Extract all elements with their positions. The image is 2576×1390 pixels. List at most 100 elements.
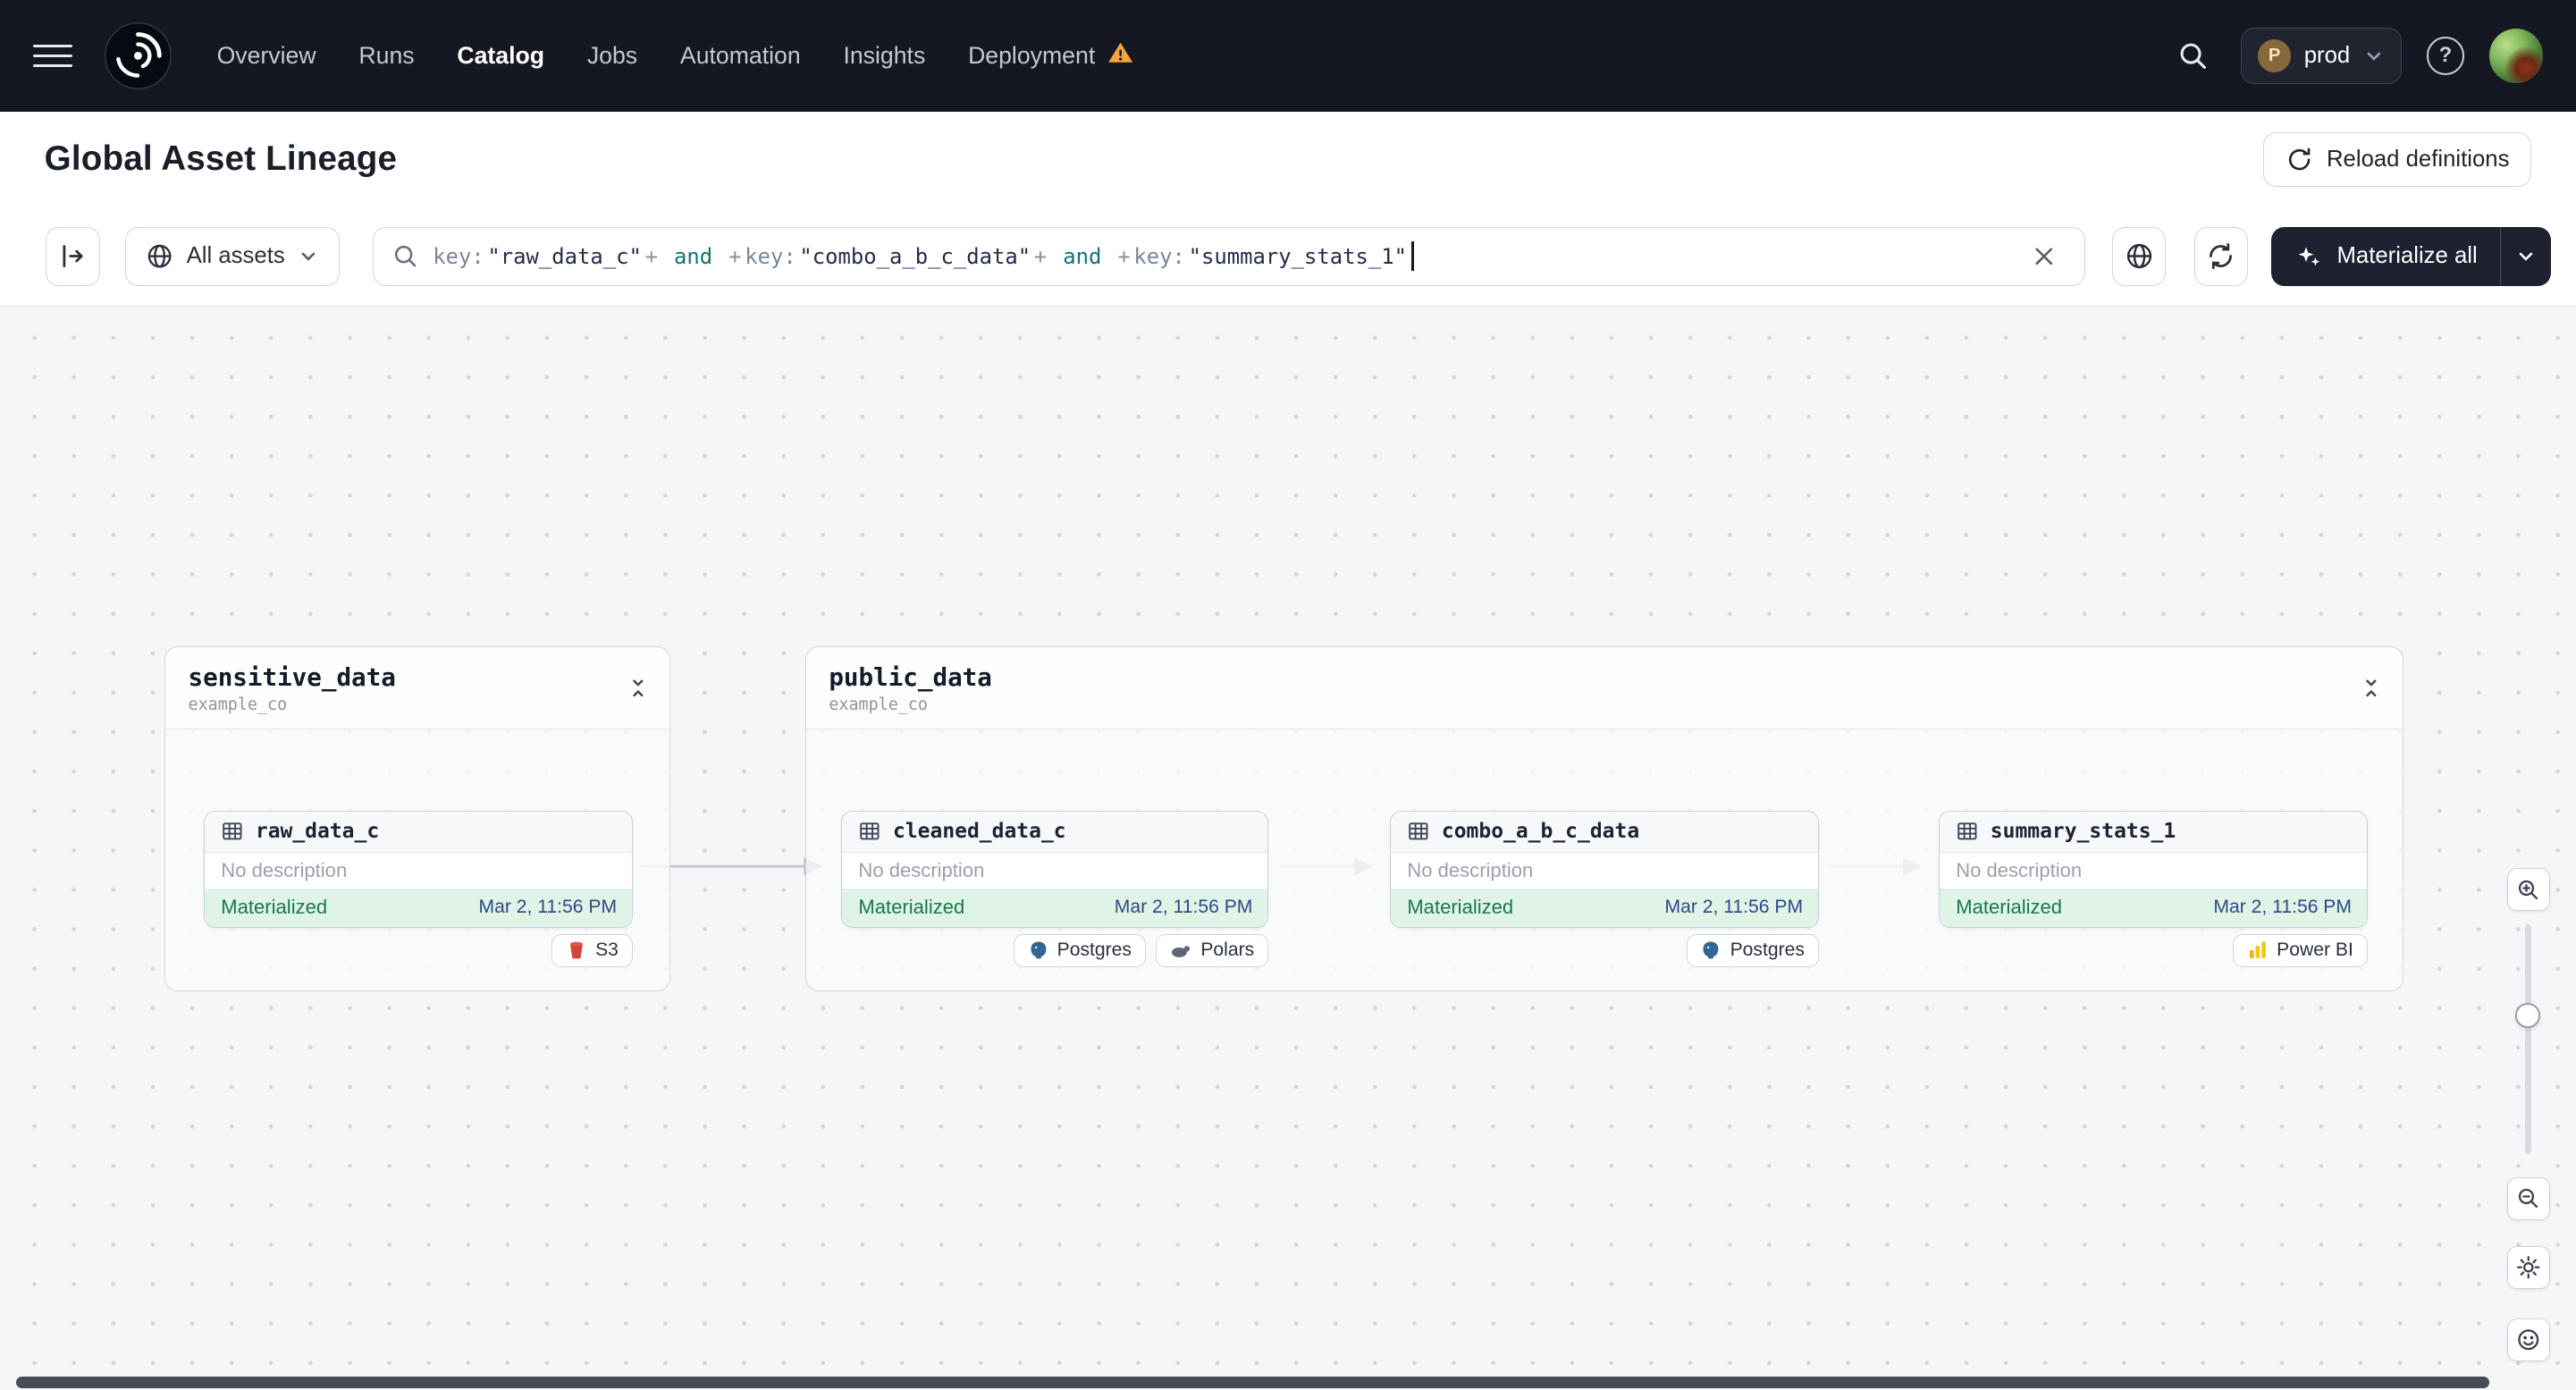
asset-card-header: cleaned_data_c xyxy=(842,812,1267,853)
table-icon xyxy=(223,822,242,840)
zoom-out-button[interactable] xyxy=(2506,1176,2550,1220)
materialization-timestamp[interactable]: Mar 2, 11:56 PM xyxy=(478,897,617,918)
asset-description: No description xyxy=(1956,858,2083,881)
collapse-group-icon[interactable] xyxy=(622,672,655,705)
asset-name: summary_stats_1 xyxy=(1990,820,2176,844)
toggle-side-panel-button[interactable] xyxy=(46,226,101,286)
nav-links: Overview Runs Catalog Jobs Automation In… xyxy=(217,39,1135,72)
query-token: key: xyxy=(433,243,484,269)
table-icon xyxy=(860,822,880,840)
group-org-label: example_co xyxy=(829,695,928,714)
zoom-slider-handle[interactable] xyxy=(2514,1003,2540,1028)
text-cursor xyxy=(1411,241,1415,272)
asset-description: No description xyxy=(221,858,348,881)
nav-item-catalog[interactable]: Catalog xyxy=(457,42,544,70)
horizontal-scrollbar[interactable] xyxy=(16,1377,2489,1389)
refresh-button[interactable] xyxy=(2193,226,2249,286)
warning-icon xyxy=(1107,39,1134,72)
nav-item-automation[interactable]: Automation xyxy=(680,42,801,70)
clear-search-icon[interactable] xyxy=(2031,239,2067,274)
asset-card-header: raw_data_c xyxy=(204,812,632,853)
reload-definitions-button[interactable]: Reload definitions xyxy=(2263,131,2532,187)
page-title: Global Asset Lineage xyxy=(44,139,398,179)
hamburger-menu-icon[interactable] xyxy=(32,36,72,75)
materialize-all-button[interactable]: Materialize all xyxy=(2271,227,2500,286)
help-icon[interactable]: ? xyxy=(2426,37,2465,75)
asset-tags: Postgres xyxy=(1390,933,1819,967)
panel-open-icon xyxy=(63,245,83,268)
asset-status-bar: Materialized Mar 2, 11:56 PM xyxy=(842,889,1267,927)
asset-node-combo-a-b-c-data[interactable]: combo_a_b_c_data No description Material… xyxy=(1389,811,1819,928)
chevron-down-icon xyxy=(2520,252,2533,261)
query-token: key: xyxy=(1133,243,1185,269)
materialize-all-button-group: Materialize all xyxy=(2271,226,2552,286)
tag-chip-powerbi[interactable]: Power BI xyxy=(2233,933,2368,967)
asset-description: No description xyxy=(1407,858,1534,881)
query-token: + xyxy=(1033,243,1048,269)
globe-icon xyxy=(2126,244,2151,269)
asset-filter-dropdown[interactable]: All assets xyxy=(124,226,341,286)
graph-settings-button[interactable] xyxy=(2506,1246,2550,1289)
nav-item-runs[interactable]: Runs xyxy=(358,42,414,70)
asset-card-header: combo_a_b_c_data xyxy=(1390,812,1818,853)
query-token: "summary_stats_1" xyxy=(1188,243,1407,269)
sync-icon xyxy=(2210,243,2233,270)
group-name: sensitive_data xyxy=(188,661,396,692)
asset-tags: S3 xyxy=(204,933,633,967)
zoom-in-button[interactable] xyxy=(2506,868,2550,912)
feedback-button[interactable] xyxy=(2506,1318,2550,1361)
dagster-logo[interactable] xyxy=(102,20,174,92)
asset-name: cleaned_data_c xyxy=(893,820,1066,844)
nav-item-jobs[interactable]: Jobs xyxy=(587,42,637,70)
search-icon[interactable] xyxy=(2170,33,2216,79)
tag-chip-polars[interactable]: Polars xyxy=(1155,933,1268,967)
query-token: + xyxy=(644,243,658,269)
materialization-timestamp[interactable]: Mar 2, 11:56 PM xyxy=(2213,897,2352,918)
powerbi-icon xyxy=(2250,941,2266,959)
lineage-canvas[interactable]: sensitive_data example_co public_data ex… xyxy=(0,305,2576,1390)
materialize-options-caret[interactable] xyxy=(2500,226,2551,286)
query-token: "raw_data_c" xyxy=(487,243,642,269)
query-token: key: xyxy=(745,243,796,269)
table-icon xyxy=(1957,822,1977,840)
asset-selection-input[interactable]: key: "raw_data_c" + and + key: "combo_a_… xyxy=(373,226,2086,286)
page-header: Global Asset Lineage Reload definitions xyxy=(0,111,2576,207)
search-icon xyxy=(395,245,417,267)
materialization-timestamp[interactable]: Mar 2, 11:56 PM xyxy=(1665,897,1804,918)
materialization-timestamp[interactable]: Mar 2, 11:56 PM xyxy=(1115,897,1253,918)
zoom-slider-track[interactable] xyxy=(2525,923,2532,1155)
chevron-down-icon xyxy=(2367,52,2381,61)
group-org-label: example_co xyxy=(188,695,288,714)
deployment-switcher[interactable]: P prod xyxy=(2240,28,2403,84)
tag-chip-postgres[interactable]: Postgres xyxy=(1686,933,1819,967)
status-badge: Materialized xyxy=(1956,895,2063,918)
graph-view-button[interactable] xyxy=(2111,226,2167,286)
query-token: and xyxy=(661,243,726,269)
group-header: public_data example_co xyxy=(805,647,2403,730)
query-token: + xyxy=(728,243,742,269)
sparkle-icon xyxy=(2298,247,2319,266)
user-avatar[interactable] xyxy=(2488,29,2544,83)
nav-item-overview[interactable]: Overview xyxy=(217,42,316,70)
tag-chip-s3[interactable]: S3 xyxy=(551,933,633,967)
status-badge: Materialized xyxy=(221,895,328,918)
nav-item-insights[interactable]: Insights xyxy=(843,42,925,70)
dagster-app: Overview Runs Catalog Jobs Automation In… xyxy=(0,0,2576,1390)
polars-icon xyxy=(1172,946,1191,958)
postgres-icon xyxy=(1703,941,1719,959)
globe-icon xyxy=(147,244,172,268)
asset-card-header: summary_stats_1 xyxy=(1939,812,2367,853)
collapse-group-icon[interactable] xyxy=(2355,672,2388,705)
s3-icon xyxy=(569,942,583,959)
lineage-toolbar: All assets key: "raw_data_c" + and + key… xyxy=(46,226,2552,286)
group-header: sensitive_data example_co xyxy=(164,647,669,730)
asset-status-bar: Materialized Mar 2, 11:56 PM xyxy=(1390,889,1818,927)
asset-name: raw_data_c xyxy=(255,820,380,844)
tag-chip-postgres[interactable]: Postgres xyxy=(1013,933,1146,967)
smiley-icon xyxy=(2518,1329,2539,1351)
asset-name: combo_a_b_c_data xyxy=(1441,820,1640,844)
asset-node-raw-data-c[interactable]: raw_data_c No description Materialized M… xyxy=(203,811,633,928)
asset-node-cleaned-data-c[interactable]: cleaned_data_c No description Materializ… xyxy=(841,811,1268,928)
nav-item-deployment[interactable]: Deployment xyxy=(968,39,1134,72)
asset-node-summary-stats-1[interactable]: summary_stats_1 No description Materiali… xyxy=(1938,811,2368,928)
